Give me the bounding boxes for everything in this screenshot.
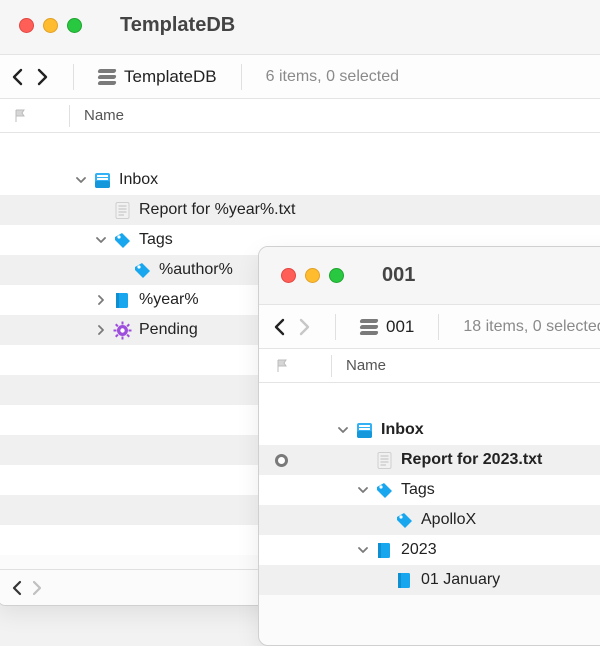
text-file-icon (113, 201, 132, 220)
tree-label: 01 January (421, 571, 500, 589)
traffic-lights (281, 268, 344, 283)
tag-icon (133, 261, 152, 280)
inbox-icon (355, 421, 374, 440)
tree: Inbox Report for 2023.txt Tags (259, 383, 600, 595)
path-forward[interactable] (30, 580, 43, 596)
tree-label: Inbox (119, 171, 158, 189)
tree-label: %year% (139, 291, 199, 309)
tag-icon (375, 481, 394, 500)
nav-back-button[interactable] (273, 318, 287, 336)
tree-label: Inbox (381, 421, 424, 439)
database-icon (360, 319, 378, 335)
column-header: Name (259, 349, 600, 383)
titlebar: TemplateDB (0, 0, 600, 55)
zoom-icon[interactable] (329, 268, 344, 283)
nav-back-button[interactable] (11, 68, 25, 86)
name-column-header[interactable]: Name (346, 357, 386, 374)
tree-label: ApolloX (421, 511, 476, 529)
tree-label: Report for 2023.txt (401, 451, 542, 469)
tree-row-year[interactable]: 2023 (259, 535, 600, 565)
flag-icon (275, 358, 291, 374)
tree-label: %author% (159, 261, 233, 279)
nav-arrows (273, 318, 311, 336)
tree-row-inbox[interactable]: Inbox (0, 165, 600, 195)
nav-forward-button[interactable] (35, 68, 49, 86)
disclosure-triangle[interactable] (355, 485, 371, 495)
tree-label: Tags (401, 481, 435, 499)
breadcrumb[interactable]: TemplateDB (98, 67, 217, 87)
disclosure-triangle[interactable] (355, 545, 371, 555)
inbox-icon (93, 171, 112, 190)
nav-forward-button[interactable] (297, 318, 311, 336)
window-title: 001 (382, 264, 415, 287)
toolbar: TemplateDB 6 items, 0 selected (0, 55, 600, 99)
flag-column[interactable] (275, 358, 331, 374)
disclosure-triangle[interactable] (93, 325, 109, 335)
tree-row-inbox[interactable]: Inbox (259, 415, 600, 445)
traffic-lights (19, 18, 82, 33)
column-divider (69, 105, 70, 127)
column-divider (331, 355, 332, 377)
window-title: TemplateDB (120, 14, 235, 37)
flag-icon (13, 108, 29, 124)
close-icon[interactable] (19, 18, 34, 33)
tree-label: Tags (139, 231, 173, 249)
group-folder-icon (113, 291, 132, 310)
tree-spacer (0, 135, 600, 165)
database-icon (98, 69, 116, 85)
zoom-icon[interactable] (67, 18, 82, 33)
minimize-icon[interactable] (305, 268, 320, 283)
status-text: 18 items, 0 selected (463, 318, 600, 336)
status-text: 6 items, 0 selected (266, 68, 399, 86)
path-back[interactable] (11, 580, 24, 596)
window-001: 001 001 18 items, 0 selected Name (258, 246, 600, 646)
minimize-icon[interactable] (43, 18, 58, 33)
tree-row-report[interactable]: Report for 2023.txt (259, 445, 600, 475)
separator (438, 314, 439, 340)
column-header: Name (0, 99, 600, 133)
breadcrumb[interactable]: 001 (360, 317, 414, 337)
tag-icon (395, 511, 414, 530)
tree-label: Pending (139, 321, 198, 339)
tree-row-report[interactable]: Report for %year%.txt (0, 195, 600, 225)
disclosure-triangle[interactable] (73, 175, 89, 185)
tree-label: 2023 (401, 541, 437, 559)
tree-row-apollox[interactable]: ApolloX (259, 505, 600, 535)
tree-label: Report for %year%.txt (139, 201, 296, 219)
titlebar: 001 (259, 247, 600, 305)
close-icon[interactable] (281, 268, 296, 283)
disclosure-triangle[interactable] (93, 295, 109, 305)
tree-spacer (259, 385, 600, 415)
unread-dot-icon (275, 454, 288, 467)
flag-column[interactable] (13, 108, 69, 124)
tag-icon (113, 231, 132, 250)
group-folder-icon (395, 571, 414, 590)
text-file-icon (375, 451, 394, 470)
separator (335, 314, 336, 340)
group-folder-icon (375, 541, 394, 560)
name-column-header[interactable]: Name (84, 107, 124, 124)
tree-row-jan[interactable]: 01 January (259, 565, 600, 595)
disclosure-triangle[interactable] (335, 425, 351, 435)
gear-icon (113, 321, 132, 340)
separator (241, 64, 242, 90)
toolbar: 001 18 items, 0 selected (259, 305, 600, 349)
breadcrumb-label: TemplateDB (124, 67, 217, 87)
separator (73, 64, 74, 90)
breadcrumb-label: 001 (386, 317, 414, 337)
disclosure-triangle[interactable] (93, 235, 109, 245)
tree-row-tags[interactable]: Tags (259, 475, 600, 505)
nav-arrows (11, 68, 49, 86)
